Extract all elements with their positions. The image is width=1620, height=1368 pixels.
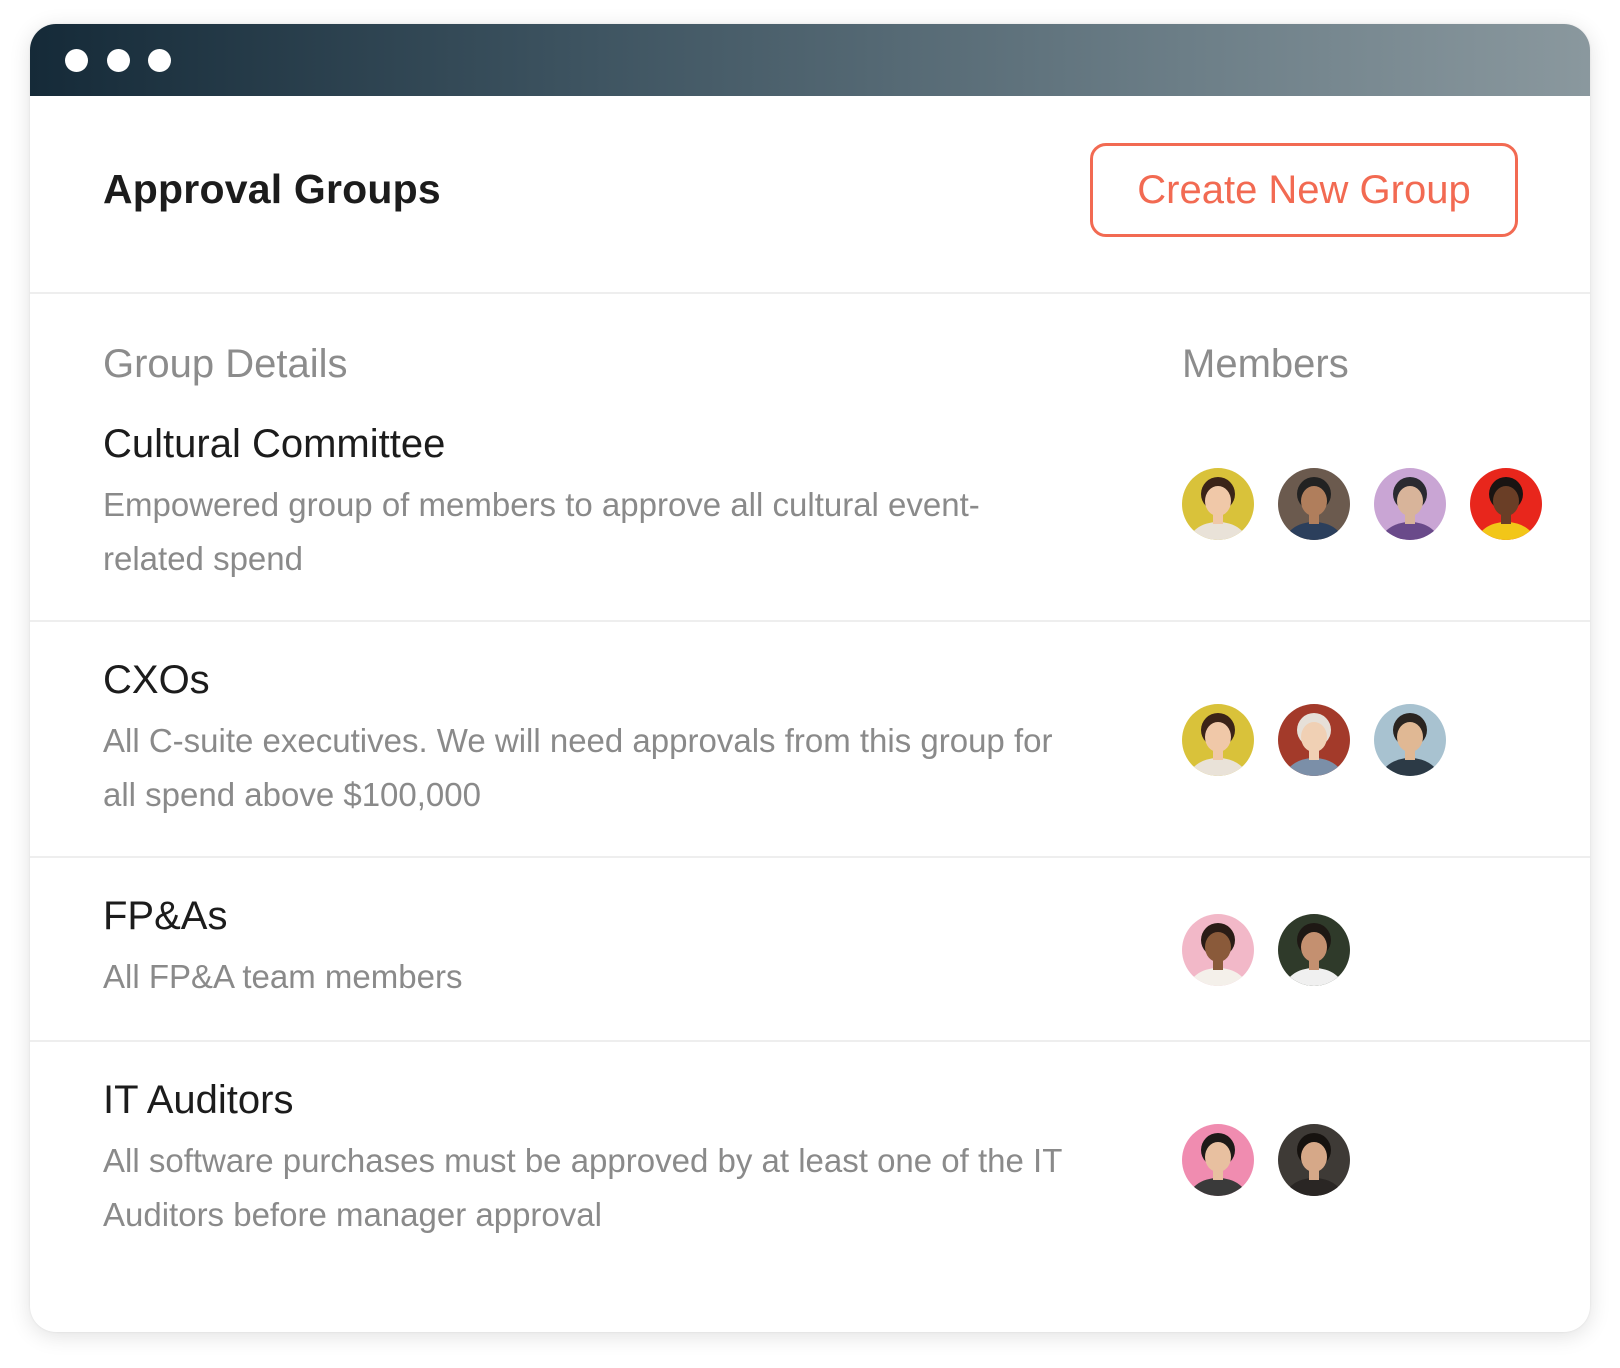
page-title: Approval Groups bbox=[103, 166, 441, 212]
member-avatars bbox=[1182, 468, 1542, 540]
maximize-window-dot[interactable] bbox=[148, 49, 171, 72]
group-name: CXOs bbox=[103, 658, 210, 702]
avatar[interactable] bbox=[1182, 468, 1254, 540]
group-row-cxos[interactable]: CXOs All C-suite executives. We will nee… bbox=[30, 622, 1590, 858]
avatar[interactable] bbox=[1374, 468, 1446, 540]
avatar[interactable] bbox=[1278, 704, 1350, 776]
group-description: All FP&A team members bbox=[103, 958, 463, 995]
avatar[interactable] bbox=[1278, 468, 1350, 540]
create-new-group-button[interactable]: Create New Group bbox=[1090, 143, 1518, 237]
avatar-portrait bbox=[1374, 468, 1446, 540]
avatar-portrait bbox=[1278, 704, 1350, 776]
avatar[interactable] bbox=[1278, 1124, 1350, 1196]
group-row-cultural-committee[interactable]: Cultural Committee Empowered group of me… bbox=[30, 394, 1590, 622]
avatar[interactable] bbox=[1182, 704, 1254, 776]
member-avatars bbox=[1182, 1124, 1350, 1196]
avatar-portrait bbox=[1374, 704, 1446, 776]
avatar-portrait bbox=[1182, 704, 1254, 776]
group-row-fpas[interactable]: FP&As All FP&A team members bbox=[30, 858, 1590, 1042]
avatar-portrait bbox=[1470, 468, 1542, 540]
avatar-portrait bbox=[1278, 914, 1350, 986]
group-description: All software purchases must be approved … bbox=[103, 1142, 1062, 1233]
avatar-portrait bbox=[1278, 468, 1350, 540]
app-window: Approval Groups Create New Group Group D… bbox=[30, 24, 1590, 1332]
group-description: Empowered group of members to approve al… bbox=[103, 486, 980, 577]
avatar[interactable] bbox=[1182, 914, 1254, 986]
avatar[interactable] bbox=[1278, 914, 1350, 986]
avatar[interactable] bbox=[1182, 1124, 1254, 1196]
member-avatars bbox=[1182, 914, 1350, 986]
avatar-portrait bbox=[1182, 1124, 1254, 1196]
avatar[interactable] bbox=[1470, 468, 1542, 540]
group-name: Cultural Committee bbox=[103, 422, 446, 466]
close-window-dot[interactable] bbox=[65, 49, 88, 72]
minimize-window-dot[interactable] bbox=[107, 49, 130, 72]
avatar[interactable] bbox=[1374, 704, 1446, 776]
group-name: FP&As bbox=[103, 894, 228, 938]
column-header-members: Members bbox=[1182, 342, 1349, 386]
page-header: Approval Groups Create New Group bbox=[30, 96, 1590, 294]
avatar-portrait bbox=[1182, 468, 1254, 540]
column-header-group-details: Group Details bbox=[103, 342, 348, 386]
member-avatars bbox=[1182, 704, 1446, 776]
table-header: Group Details Members bbox=[30, 294, 1590, 394]
group-name: IT Auditors bbox=[103, 1078, 294, 1122]
avatar-portrait bbox=[1182, 914, 1254, 986]
group-row-it-auditors[interactable]: IT Auditors All software purchases must … bbox=[30, 1042, 1590, 1332]
avatar-portrait bbox=[1278, 1124, 1350, 1196]
window-titlebar bbox=[30, 24, 1590, 96]
group-description: All C-suite executives. We will need app… bbox=[103, 722, 1053, 813]
